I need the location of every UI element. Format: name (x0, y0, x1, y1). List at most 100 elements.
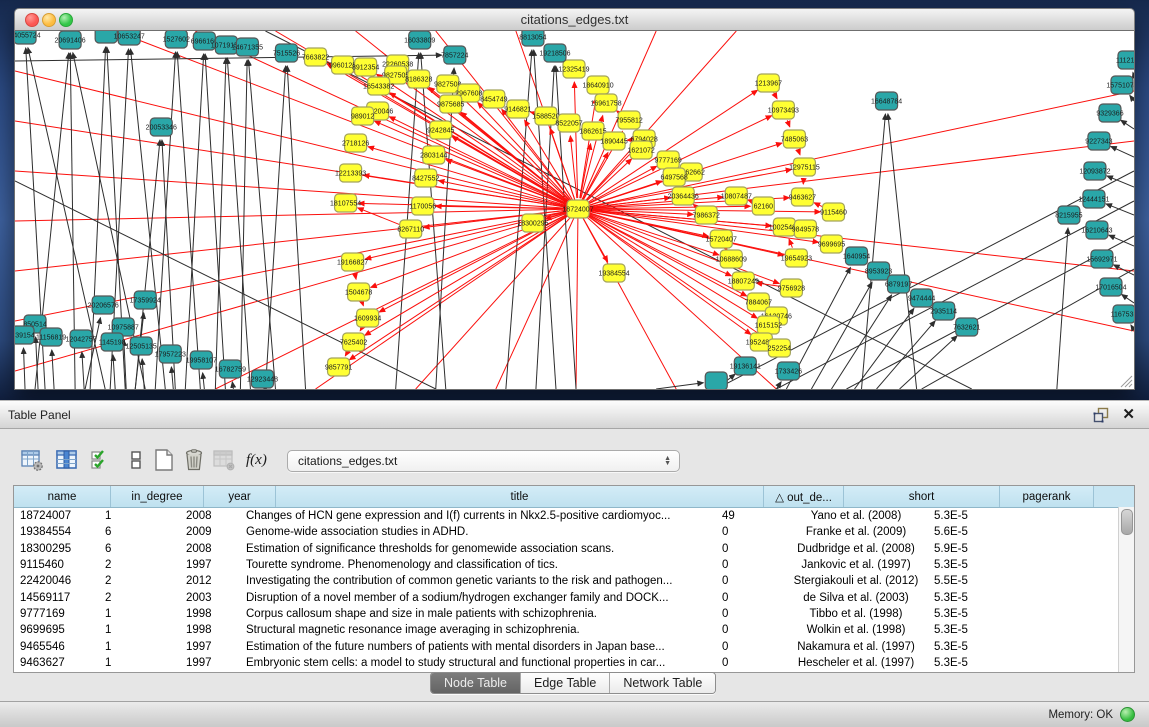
graph-node[interactable]: 7986372 (693, 206, 720, 224)
graph-node[interactable]: 1167531 (1111, 305, 1134, 323)
graph-node[interactable]: 18724007 (562, 200, 593, 218)
graph-node[interactable]: 10973493 (768, 101, 799, 119)
table-row[interactable]: 911546021997Tourette syndrome. Phenomeno… (14, 557, 1134, 573)
graph-node[interactable]: 20053346 (146, 118, 177, 136)
graph-node[interactable]: 1112184 (1116, 51, 1134, 69)
graph-node[interactable]: 12975115 (789, 158, 820, 176)
graph-node[interactable]: 989012 (351, 107, 374, 125)
graph-node[interactable]: 16961758 (590, 94, 621, 112)
graph-node[interactable]: 19218506 (539, 44, 570, 62)
graph-node[interactable]: 8186328 (405, 70, 432, 88)
graph-node[interactable]: 20364436 (668, 187, 699, 205)
graph-node[interactable]: 7632621 (953, 318, 980, 336)
table-row[interactable]: 1456911722003Disruption of a novel membe… (14, 589, 1134, 605)
network-selector-dropdown[interactable]: citations_edges.txt ▲▼ (287, 450, 680, 472)
column-header-in_degree[interactable]: in_degree (111, 486, 204, 507)
graph-node[interactable]: 9227343 (1085, 132, 1112, 150)
graph-node[interactable]: 16648784 (871, 92, 902, 110)
graph-node[interactable]: 1145198 (99, 333, 126, 351)
graph-node[interactable]: 12923448 (247, 370, 278, 388)
graph-node[interactable]: 1527602 (163, 31, 190, 48)
graph-node[interactable]: 8427552 (412, 169, 439, 187)
graph-node[interactable]: 12505135 (126, 337, 157, 355)
graph-node[interactable]: 10688609 (716, 250, 747, 268)
graph-node[interactable]: 1213967 (755, 74, 782, 92)
row-height-icon[interactable] (124, 448, 148, 472)
graph-node[interactable]: 62160 (752, 197, 774, 215)
scrollbar-thumb[interactable] (1121, 509, 1133, 535)
graph-node[interactable]: 17957223 (155, 345, 186, 363)
graph-node[interactable]: 16033809 (404, 31, 435, 49)
graph-node[interactable]: 2718126 (342, 134, 369, 152)
table-row[interactable]: 1938455462009Genome-wide association stu… (14, 524, 1134, 540)
row-checklist-icon[interactable] (89, 448, 113, 472)
graph-node[interactable]: 10807487 (721, 187, 752, 205)
network-window-titlebar[interactable]: citations_edges.txt (14, 8, 1135, 31)
graph-node[interactable]: 6879197 (885, 275, 912, 293)
column-header-short[interactable]: short (844, 486, 1000, 507)
table-row[interactable]: 977716911998Corpus callosum shape and si… (14, 606, 1134, 622)
graph-node[interactable]: 18807249 (728, 272, 759, 290)
graph-node[interactable]: 252254 (768, 339, 791, 357)
graph-node[interactable]: 939154 (15, 326, 35, 344)
graph-node[interactable]: 8215955 (1055, 206, 1082, 224)
graph-node[interactable]: 18300295 (517, 214, 548, 232)
column-header-pagerank[interactable]: pagerank (1000, 486, 1094, 507)
graph-node[interactable]: 11156819 (36, 328, 66, 346)
function-builder-icon[interactable]: f(x) (246, 448, 276, 472)
graph-node[interactable]: 18640910 (582, 76, 613, 94)
graph-node[interactable]: 7955812 (615, 111, 642, 129)
delete-trash-icon[interactable] (182, 448, 206, 472)
graph-node[interactable]: 9115460 (820, 203, 847, 221)
graph-node[interactable]: 18107554 (330, 194, 361, 212)
column-header-year[interactable]: year (204, 486, 276, 507)
graph-node[interactable]: 7663822 (302, 48, 329, 66)
graph-node[interactable]: 15692971 (1086, 250, 1117, 268)
graph-node[interactable]: 9699695 (818, 235, 845, 253)
resize-grip-icon[interactable] (1129, 384, 1132, 387)
graph-node[interactable]: 2935114 (930, 302, 957, 320)
graph-node[interactable]: 2803144 (420, 146, 447, 164)
network-canvas[interactable]: 1872400776638229960125891235422260538982… (15, 31, 1134, 389)
graph-node[interactable]: 6497568 (661, 168, 688, 186)
graph-node[interactable]: 20206576 (88, 296, 119, 314)
tab-edge-table[interactable]: Edge Table (521, 673, 610, 693)
graph-node[interactable]: 1640954 (843, 247, 870, 265)
graph-node[interactable]: 19166827 (337, 253, 368, 271)
graph-node[interactable]: 1504678 (345, 283, 372, 301)
vertical-scrollbar[interactable] (1118, 507, 1134, 672)
graph-node[interactable]: 16782759 (215, 360, 246, 378)
graph-node[interactable]: 1621072 (627, 141, 654, 159)
graph-node[interactable]: 9849578 (792, 220, 819, 238)
graph-node[interactable]: 7625402 (340, 333, 367, 351)
graph-node[interactable]: 9463627 (789, 188, 816, 206)
graph-node[interactable]: 9329366 (1096, 104, 1123, 122)
table-row[interactable]: 1872400712008Changes of HCN gene express… (14, 508, 1134, 524)
graph-node[interactable]: 7515526 (273, 44, 300, 62)
graph-node[interactable]: 9857791 (325, 358, 352, 376)
float-panel-icon[interactable] (1093, 407, 1110, 423)
column-header-name[interactable]: name (14, 486, 111, 507)
graph-node[interactable]: 8912354 (352, 58, 379, 76)
graph-node[interactable]: 9756928 (778, 279, 805, 297)
graph-node[interactable]: 8454749 (480, 90, 507, 108)
table-row[interactable]: 946554611997Estimation of the future num… (14, 638, 1134, 654)
graph-node[interactable]: 9777169 (655, 151, 682, 169)
close-panel-icon[interactable]: ✕ (1122, 407, 1135, 422)
graph-node[interactable]: 12093872 (1079, 162, 1110, 180)
table-settings-icon[interactable] (20, 448, 44, 472)
graph-node[interactable]: 15751074 (1106, 76, 1134, 94)
graph-node[interactable]: 1733426 (775, 362, 802, 380)
select-columns-icon[interactable] (55, 448, 79, 472)
graph-node[interactable]: 12444151 (1078, 190, 1109, 208)
graph-node[interactable]: 1890445 (600, 132, 627, 150)
table-row[interactable]: 946362711997Embryonic stem cells: a mode… (14, 655, 1134, 671)
graph-node[interactable]: 9242845 (427, 121, 454, 139)
graph-node[interactable]: 20691406 (55, 31, 86, 49)
graph-node[interactable]: 16543382 (363, 77, 394, 95)
graph-node[interactable]: 16210643 (1081, 221, 1112, 239)
graph-node[interactable]: 12325419 (558, 60, 589, 78)
graph-node[interactable]: 12042757 (66, 330, 97, 348)
tab-node-table[interactable]: Node Table (431, 673, 521, 693)
graph-node[interactable]: 1170056 (409, 197, 436, 215)
